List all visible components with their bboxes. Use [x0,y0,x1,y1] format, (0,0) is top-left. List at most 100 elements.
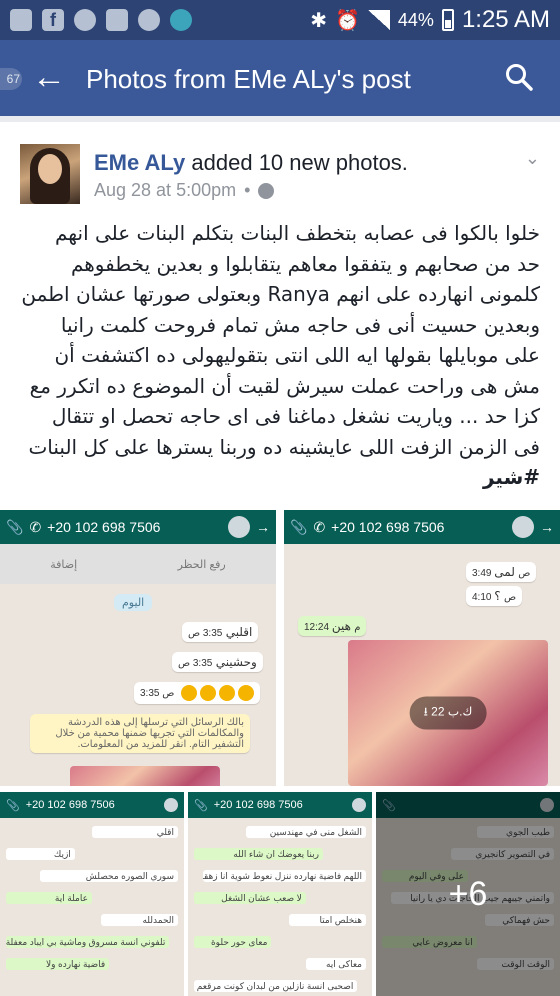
whatsapp-icon [138,9,160,31]
image-thumbnail [70,766,220,786]
page-title: Photos from EMe ALy's post [86,64,411,94]
message-text: لمى [494,565,515,579]
message-line: معاكى ايه [305,958,366,970]
author-avatar[interactable] [20,144,80,204]
message-line: اللهم فاضية نهارده ننزل نعوط شوية انا زه… [202,870,366,882]
back-arrow-icon[interactable]: ← [32,60,66,94]
message-text: اقلبي [225,625,253,639]
call-icon: ✆ [313,518,326,535]
message-line: اقلي [92,826,178,838]
emoji-bubble: 3:35 ص [134,682,260,704]
message-line: لا صعب عشان الشغل [194,892,306,904]
message-line: هنخلص امتا [288,914,366,926]
emoji-icon [218,685,235,701]
post-header: EMe ALy added 10 new photos. [94,150,408,176]
phone-number: +20 102 698 7506 [25,799,115,811]
message-line: فاضية نهارده ولا [6,958,110,970]
facebook-icon: f [42,9,64,31]
message-bubble: 12:24 م هين [298,616,367,636]
notification-icons: f [10,9,192,31]
contact-avatar [512,516,534,538]
paperclip-icon: 📎 [6,518,24,535]
message-line: سوري الصوره محصلش [40,870,178,882]
message-line: عاملة اية [6,892,92,904]
circle-icon [170,9,192,31]
signal-icon [367,10,390,30]
message-time: 3:35 ص [140,688,175,700]
author-name[interactable]: EMe ALy [94,150,185,175]
app-bar: 67 ← Photos from EMe ALy's post [0,40,560,116]
post-text-line: خلوا بالكوا فى عصابه بتخطف البنات بتكلم … [54,221,540,245]
whatsapp-header: 📎 +20 102 698 7506 [0,792,184,818]
encryption-notice: بالك الرسائل التي ترسلها إلى هذه الدردشة… [30,714,250,753]
emoji-icon [237,685,254,701]
contact-avatar [164,798,178,812]
globe-icon [258,182,275,199]
message-line: الحمدلله [100,914,178,926]
messenger-icon [74,9,96,31]
message-text: وحشيني [215,655,257,669]
message-time: 4:10 ص [472,592,517,603]
post-text-line: وبعدين حسيت أنى فى حاجه مش تمام فروحت كل… [60,312,540,337]
sms-icon [106,9,128,31]
alarm-icon: ⏰ [335,9,360,32]
post-text: خلوا بالكوا فى عصابه بتخطف البنات بتكلم … [20,218,540,493]
post-action: added 10 new photos. [191,150,408,175]
phone-number: +20 102 698 7506 [213,799,303,811]
chevron-down-icon[interactable]: ⌄ [525,148,540,169]
contact-avatar [352,798,366,812]
post-card: EMe ALy added 10 new photos. Aug 28 at 5… [0,122,560,996]
paperclip-icon: 📎 [6,799,20,812]
message-bubble: اقلبي 3:35 ص [182,622,259,642]
block-bar: إضافة رفع الحظر [0,544,276,584]
download-size: 22 ك.ب [431,704,473,719]
download-icon: ⭳ [423,704,428,719]
photo-3[interactable]: 📎 +20 102 698 7506 اقلي ازيك سوري الصوره… [0,792,184,996]
photo-grid: 📎 ✆ +20 102 698 7506 → إضافة رفع الحظر ا… [0,510,560,996]
message-bubble: وحشيني 3:35 ص [172,652,263,672]
photo-4[interactable]: 📎 +20 102 698 7506 الشغل منى في مهندسين … [188,792,372,996]
message-list: الشغل منى في مهندسين ربنا يعوضك ان شاء ا… [194,826,366,996]
side-badge: 67 [0,68,22,90]
mail-icon [10,9,32,31]
more-photos-overlay[interactable]: +6 [376,792,560,996]
unblock-button: رفع الحظر [177,558,226,571]
post-text-line: فى الزمن الزفت اللى عايشينه ده وربنا يست… [28,434,540,459]
download-button[interactable]: ⭳ 22 ك.ب [409,696,487,730]
emoji-icon [180,685,197,701]
post-text-line: كلمونى انهارده على انهم Ranya وبعتولى صو… [21,282,540,306]
message-time: 3:35 ص [178,658,213,669]
message-bubble: 3:49 ص لمى [466,562,537,582]
paperclip-icon: 📎 [194,799,208,812]
message-line: اصحبى انسة نازلين من لبدان كونت مرقعم من [194,980,358,992]
message-line: معاى حور حلوة [194,936,272,948]
phone-number: +20 102 698 7506 [47,519,161,535]
photo-5[interactable]: 📎 طيب الجوي في التصوير كانجيري على وفي ا… [376,792,560,996]
status-bar: f ✱ ⏰ 44% 1:25 AM [0,0,560,40]
separator-dot: • [244,180,251,200]
arrow-right-icon: → [540,519,554,535]
post-date[interactable]: Aug 28 at 5:00pm [94,180,236,201]
post-text-line: كزا حد ... وياريت نشغل دماغنا فى اى حاجه… [51,404,540,428]
message-text: ؟ [494,589,501,603]
whatsapp-header: 📎 ✆ +20 102 698 7506 → [284,510,560,544]
photo-1[interactable]: 📎 ✆ +20 102 698 7506 → إضافة رفع الحظر ا… [0,510,276,786]
system-icons: ✱ ⏰ 44% 1:25 AM [310,6,550,34]
message-bubble: 4:10 ص ؟ [466,586,523,606]
message-line: تلفوني انسة مسروق وماشية بي ايباد معفلة [6,936,170,948]
date-pill: اليوم [114,594,153,611]
post-text-line: مش هى وراحت عملت سيرش لقيت أن الموضوع ده… [29,373,540,398]
photo-2[interactable]: 📎 ✆ +20 102 698 7506 → 3:49 ص لمى 4:10 ص… [284,510,560,786]
image-message[interactable]: ⭳ 22 ك.ب [348,640,548,786]
add-contact-button: إضافة [50,558,78,571]
paperclip-icon: 📎 [290,518,308,535]
message-line: ربنا يعوضك ان شاء الله [194,848,323,860]
search-icon[interactable] [504,62,534,92]
hashtag-link[interactable]: #شير [20,462,540,493]
bluetooth-icon: ✱ [310,9,327,32]
message-list: اقلي ازيك سوري الصوره محصلش عاملة اية ال… [6,826,178,980]
battery-percent: 44% [397,9,434,30]
message-text: هين [331,619,351,633]
emoji-icon [199,685,216,701]
message-line: الشغل منى في مهندسين [245,826,366,838]
